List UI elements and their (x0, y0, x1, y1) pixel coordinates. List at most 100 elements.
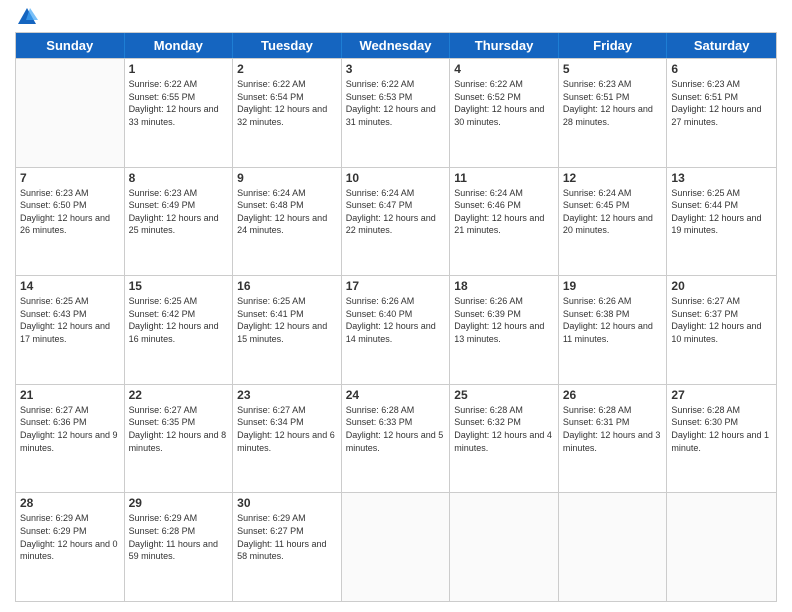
header-day-monday: Monday (125, 33, 234, 58)
cell-info: Sunrise: 6:27 AM Sunset: 6:37 PM Dayligh… (671, 295, 772, 345)
cell-info: Sunrise: 6:23 AM Sunset: 6:49 PM Dayligh… (129, 187, 229, 237)
cell-info: Sunrise: 6:22 AM Sunset: 6:52 PM Dayligh… (454, 78, 554, 128)
cal-cell-3: 3Sunrise: 6:22 AM Sunset: 6:53 PM Daylig… (342, 59, 451, 167)
cell-info: Sunrise: 6:23 AM Sunset: 6:51 PM Dayligh… (563, 78, 663, 128)
cal-cell-empty-0 (16, 59, 125, 167)
day-number: 15 (129, 279, 229, 293)
cal-week-4: 28 Sunrise: 6:29 AM Sunset: 6:29 PM Dayli… (16, 492, 776, 601)
cal-cell-8: 8 Sunrise: 6:23 AM Sunset: 6:49 PM Daylig… (125, 168, 234, 276)
logo (15, 10, 38, 24)
day-number: 3 (346, 62, 446, 76)
cal-cell-25: 25Sunrise: 6:28 AM Sunset: 6:32 PM Dayli… (450, 385, 559, 493)
cal-cell-empty-6 (667, 493, 776, 601)
cell-info: Sunrise: 6:28 AM Sunset: 6:30 PM Dayligh… (671, 404, 772, 454)
day-number: 12 (563, 171, 663, 185)
cal-cell-28: 28 Sunrise: 6:29 AM Sunset: 6:29 PM Dayli… (16, 493, 125, 601)
cell-info: Sunrise: 6:25 AM Sunset: 6:41 PM Dayligh… (237, 295, 337, 345)
header-day-saturday: Saturday (667, 33, 776, 58)
cal-cell-1: 1 Sunrise: 6:22 AM Sunset: 6:55 PM Daylig… (125, 59, 234, 167)
cal-cell-14: 14Sunrise: 6:25 AM Sunset: 6:43 PM Dayli… (16, 276, 125, 384)
cal-cell-12: 12 Sunrise: 6:24 AM Sunset: 6:45 PM Dayli… (559, 168, 668, 276)
header-day-friday: Friday (559, 33, 668, 58)
cal-cell-21: 21 Sunrise: 6:27 AM Sunset: 6:36 PM Dayli… (16, 385, 125, 493)
cell-info: Sunrise: 6:27 AM Sunset: 6:36 PM Dayligh… (20, 404, 120, 454)
day-number: 2 (237, 62, 337, 76)
day-number: 20 (671, 279, 772, 293)
header-day-wednesday: Wednesday (342, 33, 451, 58)
cell-info: Sunrise: 6:24 AM Sunset: 6:46 PM Dayligh… (454, 187, 554, 237)
cell-info: Sunrise: 6:24 AM Sunset: 6:47 PM Dayligh… (346, 187, 446, 237)
cal-cell-5: 5 Sunrise: 6:23 AM Sunset: 6:51 PM Daylig… (559, 59, 668, 167)
cal-cell-2: 2 Sunrise: 6:22 AM Sunset: 6:54 PM Daylig… (233, 59, 342, 167)
calendar-body: 1 Sunrise: 6:22 AM Sunset: 6:55 PM Daylig… (16, 58, 776, 601)
cell-info: Sunrise: 6:29 AM Sunset: 6:27 PM Dayligh… (237, 512, 337, 562)
day-number: 21 (20, 388, 120, 402)
cal-cell-15: 15 Sunrise: 6:25 AM Sunset: 6:42 PM Dayli… (125, 276, 234, 384)
cell-info: Sunrise: 6:29 AM Sunset: 6:29 PM Dayligh… (20, 512, 120, 562)
header-day-thursday: Thursday (450, 33, 559, 58)
page: SundayMondayTuesdayWednesdayThursdayFrid… (0, 0, 792, 612)
day-number: 5 (563, 62, 663, 76)
day-number: 8 (129, 171, 229, 185)
day-number: 4 (454, 62, 554, 76)
day-number: 25 (454, 388, 554, 402)
cal-cell-16: 16 Sunrise: 6:25 AM Sunset: 6:41 PM Dayli… (233, 276, 342, 384)
day-number: 1 (129, 62, 229, 76)
day-number: 18 (454, 279, 554, 293)
day-number: 19 (563, 279, 663, 293)
cell-info: Sunrise: 6:28 AM Sunset: 6:31 PM Dayligh… (563, 404, 663, 454)
cal-cell-empty-4 (450, 493, 559, 601)
cal-cell-4: 4 Sunrise: 6:22 AM Sunset: 6:52 PM Daylig… (450, 59, 559, 167)
cal-cell-11: 11 Sunrise: 6:24 AM Sunset: 6:46 PM Dayli… (450, 168, 559, 276)
day-number: 10 (346, 171, 446, 185)
cal-week-3: 21 Sunrise: 6:27 AM Sunset: 6:36 PM Dayli… (16, 384, 776, 493)
day-number: 24 (346, 388, 446, 402)
cell-info: Sunrise: 6:25 AM Sunset: 6:44 PM Dayligh… (671, 187, 772, 237)
cell-info: Sunrise: 6:25 AM Sunset: 6:42 PM Dayligh… (129, 295, 229, 345)
cell-info: Sunrise: 6:26 AM Sunset: 6:39 PM Dayligh… (454, 295, 554, 345)
day-number: 11 (454, 171, 554, 185)
day-number: 26 (563, 388, 663, 402)
cell-info: Sunrise: 6:24 AM Sunset: 6:45 PM Dayligh… (563, 187, 663, 237)
cell-info: Sunrise: 6:22 AM Sunset: 6:54 PM Dayligh… (237, 78, 337, 128)
cell-info: Sunrise: 6:26 AM Sunset: 6:38 PM Dayligh… (563, 295, 663, 345)
calendar-header: SundayMondayTuesdayWednesdayThursdayFrid… (16, 33, 776, 58)
day-number: 22 (129, 388, 229, 402)
cell-info: Sunrise: 6:23 AM Sunset: 6:50 PM Dayligh… (20, 187, 120, 237)
cal-cell-27: 27 Sunrise: 6:28 AM Sunset: 6:30 PM Dayli… (667, 385, 776, 493)
header-day-sunday: Sunday (16, 33, 125, 58)
cell-info: Sunrise: 6:22 AM Sunset: 6:55 PM Dayligh… (129, 78, 229, 128)
cal-week-0: 1 Sunrise: 6:22 AM Sunset: 6:55 PM Daylig… (16, 58, 776, 167)
day-number: 9 (237, 171, 337, 185)
day-number: 27 (671, 388, 772, 402)
day-number: 29 (129, 496, 229, 510)
cal-cell-9: 9 Sunrise: 6:24 AM Sunset: 6:48 PM Daylig… (233, 168, 342, 276)
cell-info: Sunrise: 6:24 AM Sunset: 6:48 PM Dayligh… (237, 187, 337, 237)
cal-cell-24: 24 Sunrise: 6:28 AM Sunset: 6:33 PM Dayli… (342, 385, 451, 493)
day-number: 30 (237, 496, 337, 510)
cal-cell-10: 10 Sunrise: 6:24 AM Sunset: 6:47 PM Dayli… (342, 168, 451, 276)
cal-cell-20: 20 Sunrise: 6:27 AM Sunset: 6:37 PM Dayli… (667, 276, 776, 384)
cal-cell-empty-3 (342, 493, 451, 601)
day-number: 23 (237, 388, 337, 402)
day-number: 14 (20, 279, 120, 293)
cal-week-1: 7Sunrise: 6:23 AM Sunset: 6:50 PM Daylig… (16, 167, 776, 276)
cal-cell-23: 23 Sunrise: 6:27 AM Sunset: 6:34 PM Dayli… (233, 385, 342, 493)
calendar: SundayMondayTuesdayWednesdayThursdayFrid… (15, 32, 777, 602)
header-day-tuesday: Tuesday (233, 33, 342, 58)
cal-cell-19: 19 Sunrise: 6:26 AM Sunset: 6:38 PM Dayli… (559, 276, 668, 384)
cell-info: Sunrise: 6:29 AM Sunset: 6:28 PM Dayligh… (129, 512, 229, 562)
day-number: 17 (346, 279, 446, 293)
logo-icon (16, 6, 38, 28)
cell-info: Sunrise: 6:28 AM Sunset: 6:33 PM Dayligh… (346, 404, 446, 454)
cell-info: Sunrise: 6:27 AM Sunset: 6:34 PM Dayligh… (237, 404, 337, 454)
day-number: 16 (237, 279, 337, 293)
cal-cell-7: 7Sunrise: 6:23 AM Sunset: 6:50 PM Daylig… (16, 168, 125, 276)
cal-cell-30: 30 Sunrise: 6:29 AM Sunset: 6:27 PM Dayli… (233, 493, 342, 601)
cal-cell-13: 13Sunrise: 6:25 AM Sunset: 6:44 PM Dayli… (667, 168, 776, 276)
cal-cell-26: 26 Sunrise: 6:28 AM Sunset: 6:31 PM Dayli… (559, 385, 668, 493)
cal-cell-18: 18 Sunrise: 6:26 AM Sunset: 6:39 PM Dayli… (450, 276, 559, 384)
day-number: 28 (20, 496, 120, 510)
cal-week-2: 14Sunrise: 6:25 AM Sunset: 6:43 PM Dayli… (16, 275, 776, 384)
cell-info: Sunrise: 6:23 AM Sunset: 6:51 PM Dayligh… (671, 78, 772, 128)
